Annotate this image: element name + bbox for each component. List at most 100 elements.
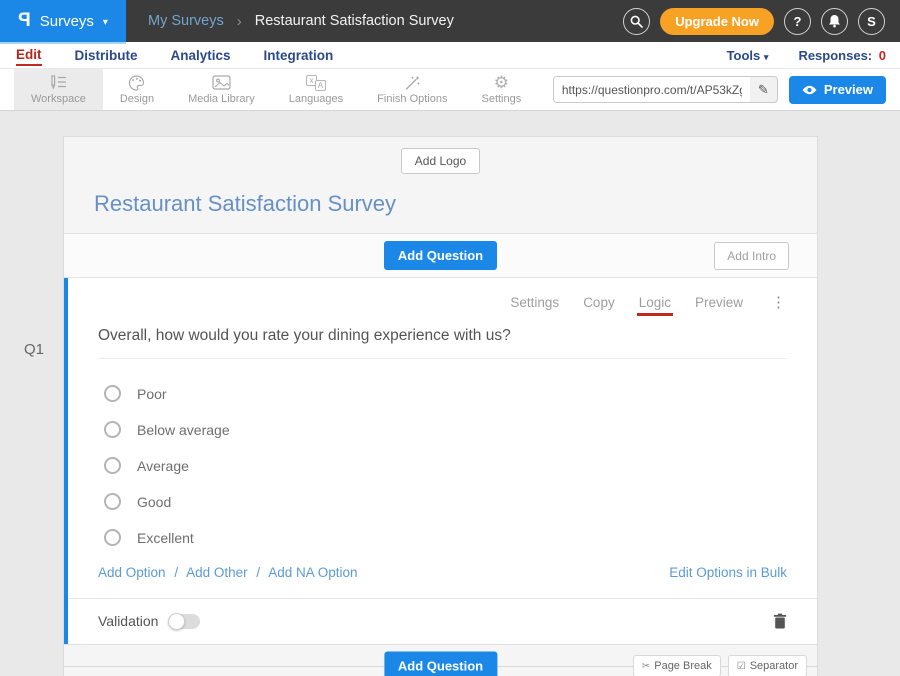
toolbar-settings[interactable]: ⚙ Settings	[464, 69, 538, 110]
top-header: P Surveys ▾ My Surveys › Restaurant Sati…	[0, 0, 900, 42]
add-question-button-top[interactable]: Add Question	[384, 241, 497, 270]
tab-distribute[interactable]: Distribute	[75, 46, 138, 65]
add-logo-button[interactable]: Add Logo	[401, 148, 480, 174]
option-row[interactable]: Excellent	[104, 529, 787, 546]
page-break-button[interactable]: ✂ Page Break	[633, 655, 721, 676]
question-text[interactable]: Overall, how would you rate your dining …	[98, 327, 787, 359]
option-label[interactable]: Average	[137, 458, 189, 474]
radio-icon[interactable]	[104, 457, 121, 474]
breadcrumb: My Surveys › Restaurant Satisfaction Sur…	[148, 13, 454, 30]
trash-icon	[773, 613, 787, 629]
toolbar-label: Workspace	[31, 93, 86, 105]
add-question-button-bottom[interactable]: Add Question	[384, 652, 497, 676]
preview-button[interactable]: Preview	[789, 76, 886, 104]
radio-icon[interactable]	[104, 421, 121, 438]
question-mark-icon: ?	[794, 14, 802, 29]
validation-row: Validation	[68, 598, 817, 644]
option-label[interactable]: Good	[137, 494, 171, 510]
chevron-down-icon: ▾	[764, 52, 769, 62]
survey-editor-canvas: Q1 Add Logo Restaurant Satisfaction Surv…	[0, 136, 900, 676]
add-option-link[interactable]: Add Option	[98, 565, 166, 580]
radio-icon[interactable]	[104, 529, 121, 546]
responses-counter[interactable]: Responses: 0	[798, 48, 886, 63]
tools-menu[interactable]: Tools ▾	[727, 48, 769, 63]
add-intro-button[interactable]: Add Intro	[714, 242, 789, 270]
toolbar-finish-options[interactable]: Finish Options	[360, 69, 464, 110]
question-settings-link[interactable]: Settings	[510, 295, 559, 310]
question-more-menu-icon[interactable]: ⋮	[771, 293, 787, 311]
gear-icon: ⚙	[494, 74, 509, 91]
questionpro-logo-icon: P	[18, 10, 31, 32]
question-copy-link[interactable]: Copy	[583, 295, 615, 310]
option-row[interactable]: Below average	[104, 421, 787, 438]
toolbar-media-library[interactable]: Media Library	[171, 69, 272, 110]
tools-label: Tools	[727, 48, 761, 63]
breadcrumb-my-surveys[interactable]: My Surveys	[148, 13, 224, 29]
option-label[interactable]: Excellent	[137, 530, 194, 546]
toolbar-workspace[interactable]: Workspace	[14, 69, 103, 110]
toolbar-label: Settings	[481, 93, 521, 105]
survey-card: Add Logo Restaurant Satisfaction Survey …	[63, 136, 818, 676]
add-other-link[interactable]: Add Other	[186, 565, 248, 580]
question-card: Settings Copy Logic Preview ⋮ Overall, h…	[64, 278, 817, 644]
page-break-label: Page Break	[654, 660, 711, 672]
add-na-option-link[interactable]: Add NA Option	[268, 565, 357, 580]
breadcrumb-separator-icon: ›	[237, 13, 242, 30]
account-avatar[interactable]: S	[858, 8, 885, 35]
option-label[interactable]: Poor	[137, 386, 167, 402]
option-label[interactable]: Below average	[137, 422, 230, 438]
edit-toolbar: Workspace Design Media Library xA Langua…	[0, 69, 900, 111]
tab-analytics[interactable]: Analytics	[171, 46, 231, 65]
survey-title[interactable]: Restaurant Satisfaction Survey	[64, 174, 817, 233]
add-question-row-top: Add Question Add Intro	[64, 233, 817, 278]
help-button[interactable]: ?	[784, 8, 811, 35]
separator-label: Separator	[750, 660, 798, 672]
validation-label: Validation	[98, 613, 158, 629]
eye-icon	[802, 85, 817, 95]
add-question-row-bottom: Add Question ✂ Page Break ☑ Separator	[64, 644, 817, 676]
notifications-button[interactable]	[821, 8, 848, 35]
header-actions: Upgrade Now ? S	[623, 8, 900, 35]
edit-url-pencil-icon[interactable]: ✎	[750, 82, 777, 98]
option-row[interactable]: Average	[104, 457, 787, 474]
option-row[interactable]: Good	[104, 493, 787, 510]
tab-edit[interactable]: Edit	[16, 45, 42, 66]
responses-label: Responses:	[798, 48, 872, 63]
toolbar-label: Media Library	[188, 93, 255, 105]
radio-icon[interactable]	[104, 493, 121, 510]
survey-url-box: ✎	[553, 76, 778, 103]
question-preview-link[interactable]: Preview	[695, 295, 743, 310]
preview-label: Preview	[824, 82, 873, 97]
chevron-down-icon: ▾	[103, 17, 108, 28]
toolbar-design[interactable]: Design	[103, 69, 171, 110]
product-label: Surveys	[40, 13, 94, 30]
search-button[interactable]	[623, 8, 650, 35]
validation-toggle[interactable]	[168, 614, 200, 629]
upgrade-now-button[interactable]: Upgrade Now	[660, 8, 774, 35]
tab-integration[interactable]: Integration	[264, 46, 334, 65]
separator-box-icon: ☑	[737, 661, 746, 672]
footer-insert-buttons: ✂ Page Break ☑ Separator	[633, 655, 807, 676]
option-links-row: Add Option / Add Other / Add NA Option E…	[98, 565, 787, 580]
search-icon	[630, 15, 643, 28]
toolbar-languages[interactable]: xA Languages	[272, 69, 360, 110]
responses-count: 0	[879, 48, 886, 63]
radio-icon[interactable]	[104, 385, 121, 402]
scissors-icon: ✂	[642, 661, 650, 672]
toolbar-label: Design	[120, 93, 154, 105]
bell-icon	[828, 14, 841, 28]
survey-header-section: Add Logo Restaurant Satisfaction Survey	[64, 137, 817, 233]
edit-options-in-bulk-link[interactable]: Edit Options in Bulk	[669, 565, 787, 580]
toggle-knob	[168, 613, 185, 630]
breadcrumb-survey-title: Restaurant Satisfaction Survey	[255, 13, 454, 29]
link-separator: /	[256, 565, 260, 580]
translate-icon: xA	[306, 74, 326, 91]
delete-question-button[interactable]	[773, 613, 787, 629]
product-switcher[interactable]: P Surveys ▾	[0, 0, 126, 42]
module-nav: Edit Distribute Analytics Integration To…	[0, 42, 900, 69]
separator-button[interactable]: ☑ Separator	[728, 655, 807, 676]
option-row[interactable]: Poor	[104, 385, 787, 402]
magic-wand-icon	[404, 74, 421, 91]
question-logic-link[interactable]: Logic	[639, 295, 671, 310]
survey-url-input[interactable]	[554, 77, 750, 102]
